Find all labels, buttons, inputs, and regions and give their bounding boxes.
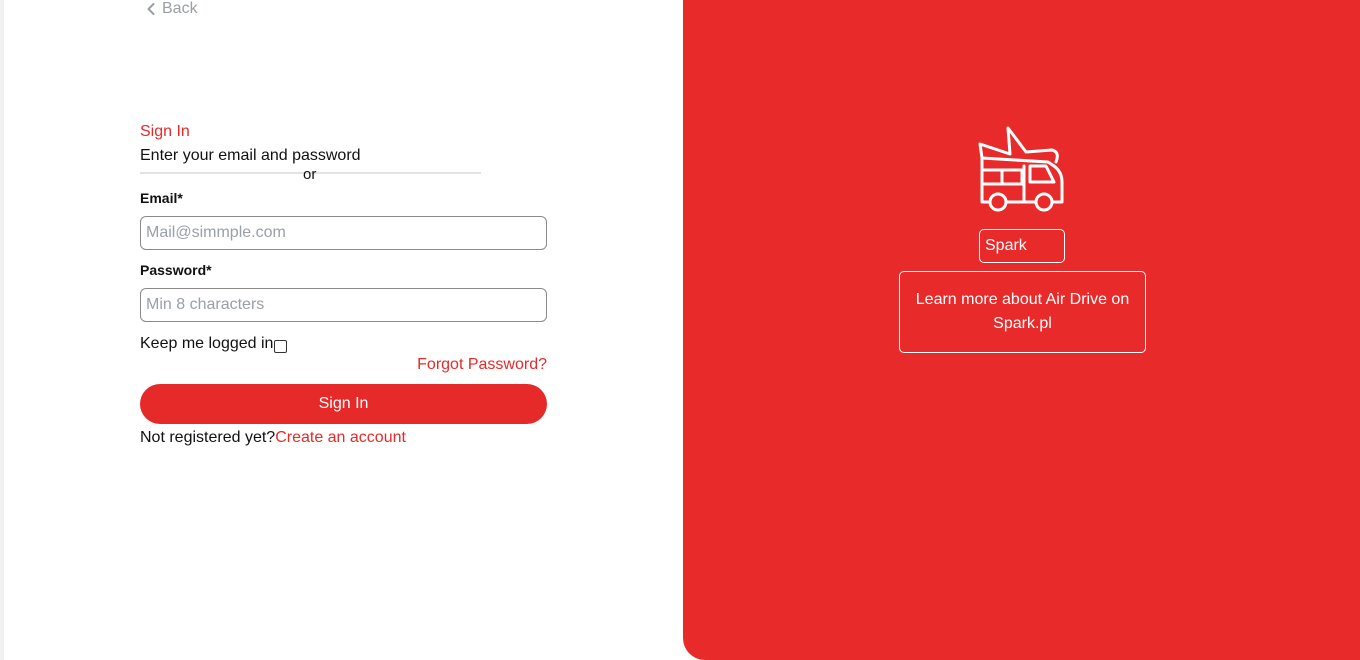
forgot-password-link[interactable]: Forgot Password? (140, 355, 547, 375)
or-divider: or (140, 166, 481, 186)
bus-icon (978, 126, 1064, 212)
keep-logged-in-label: Keep me logged in (140, 335, 274, 352)
login-panel: Back Sign In Enter your email and passwo… (4, 0, 683, 660)
divider-text: or (303, 166, 317, 183)
register-row: Not registered yet?Create an account (140, 428, 547, 448)
sign-in-form: Sign In Enter your email and password or… (140, 122, 547, 448)
not-registered-text: Not registered yet? (140, 429, 276, 446)
chevron-left-icon (147, 3, 155, 15)
create-account-link[interactable]: Create an account (275, 429, 406, 446)
email-field[interactable] (140, 216, 547, 250)
password-label: Password* (140, 262, 212, 278)
keep-logged-in-row: Keep me logged in (140, 334, 547, 354)
keep-logged-in-checkbox[interactable] (274, 339, 288, 353)
brand-panel: Spark Learn more about Air Drive on Spar… (683, 0, 1360, 660)
learn-more-link[interactable]: Learn more about Air Drive on Spark.pl (899, 271, 1146, 353)
back-label: Back (162, 0, 198, 17)
form-subtitle: Enter your email and password (140, 147, 361, 164)
email-label: Email* (140, 190, 183, 206)
sign-in-button[interactable]: Sign In (140, 384, 547, 424)
login-page: Back Sign In Enter your email and passwo… (0, 0, 1360, 660)
form-title: Sign In (140, 123, 190, 140)
back-link[interactable]: Back (147, 0, 198, 18)
brand-name: Spark (979, 229, 1065, 263)
password-field[interactable] (140, 288, 547, 322)
